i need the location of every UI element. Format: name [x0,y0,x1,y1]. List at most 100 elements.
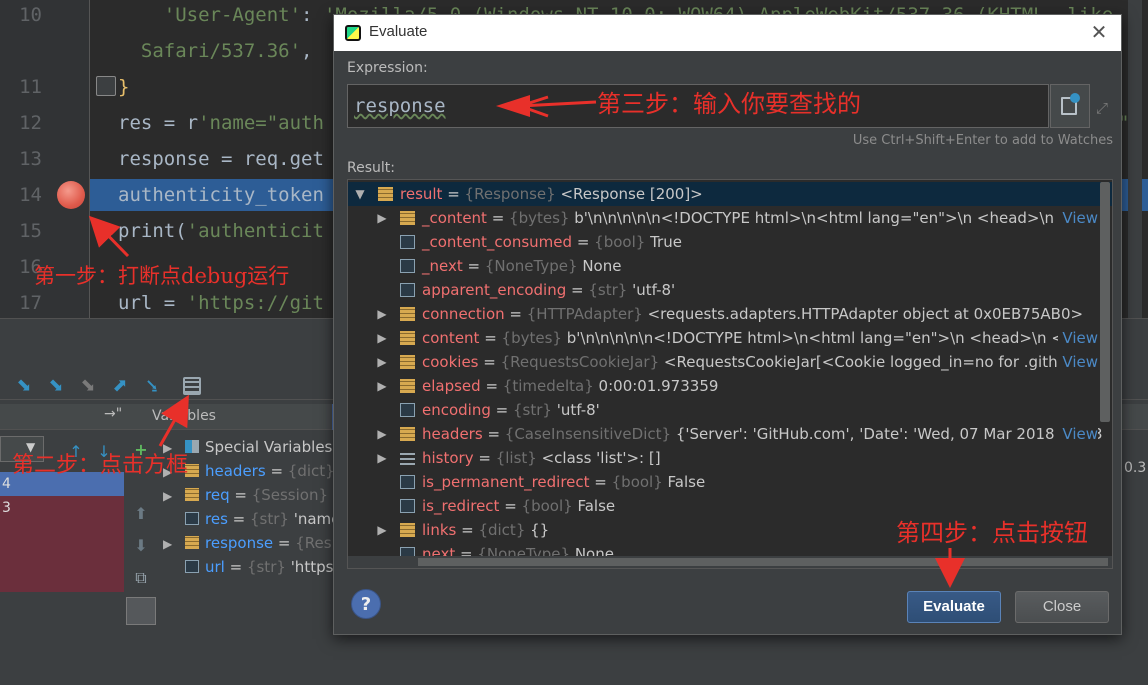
result-value: b'\n\n\n\n\n<!DOCTYPE html>\n<html lang=… [566,329,1079,347]
variable-row[interactable]: ▶req = {Session} < [163,483,345,507]
variable-row[interactable]: url = {str} 'https:/ [163,555,344,579]
result-row[interactable]: is_permanent_redirect = {bool} False [348,470,1112,494]
variable-row[interactable]: res = {str} 'name= [163,507,353,531]
editor-scrollbar[interactable] [1128,0,1142,318]
expand-arrow-icon[interactable]: ▶ [163,532,185,556]
result-vertical-scrollbar[interactable] [1100,182,1110,422]
breakpoint-icon[interactable] [57,181,85,209]
move-down-icon[interactable]: ⬇ [129,534,153,558]
result-row[interactable]: ▶ headers = {CaseInsensitiveDict} {'Serve… [348,422,1112,446]
result-row[interactable]: ▶ _content = {bytes} b'\n\n\n\n\n<!DOCTYP… [348,206,1112,230]
annotation-step4: 第四步：点击按钮 [896,519,1088,547]
code-line[interactable]: print('authenticit [118,220,324,242]
variable-row[interactable]: ▶ response = {Resp [163,531,341,555]
frame-item[interactable]: 3 [0,496,124,520]
collapse-arrow-icon[interactable]: ▼ [352,182,368,206]
variable-row[interactable]: ▶ Special Variables [163,435,332,459]
expand-arrow-icon[interactable]: ▶ [163,484,185,508]
code-line[interactable]: authenticity_token [118,184,324,206]
result-row[interactable]: _content_consumed = {bool} True [348,230,1112,254]
view-link[interactable]: View [1058,422,1098,446]
equals-sign: = [473,449,496,467]
view-link[interactable]: View [1058,326,1098,350]
variable-row[interactable]: ▶headers = {dict} { [163,459,349,483]
step-into-my-code-icon[interactable]: ⬊ [78,376,98,396]
result-value: <Response [200]> [560,185,703,203]
expand-arrow-icon[interactable]: ▶ [374,326,390,350]
result-row-text: _content = {bytes} b'\n\n\n\n\n<!DOCTYPE… [422,206,1071,230]
expand-arrow-icon[interactable]: ▶ [374,422,390,446]
code-line[interactable]: res = r'name="auth [118,112,324,134]
expand-arrow-icon[interactable]: ▶ [374,350,390,374]
close-icon[interactable]: ✕ [1087,20,1111,44]
step-over-icon[interactable]: ⬊ [14,376,34,396]
result-row[interactable]: ▼ result = {Response} <Response [200]> [348,182,1112,206]
move-up-icon[interactable]: ⬆ [129,502,153,526]
expand-icon[interactable]: ⤢ [1096,99,1108,117]
expression-label: Expression: [347,60,428,76]
view-link[interactable]: View [1058,206,1098,230]
history-button[interactable] [1050,84,1090,128]
expand-arrow-icon[interactable]: ▶ [374,446,390,470]
copy-icon[interactable]: ⧉ [129,566,153,590]
result-row[interactable]: _next = {NoneType} None [348,254,1112,278]
result-label: Result: [347,160,395,176]
result-row[interactable]: apparent_encoding = {str} 'utf-8' [348,278,1112,302]
dialog-titlebar[interactable]: Evaluate ✕ [334,15,1121,51]
code-line[interactable]: response = req.get [118,148,324,170]
evaluate-expression-icon[interactable] [183,377,201,395]
variable-type: {str} [250,510,289,528]
step-into-icon[interactable]: ⬊ [46,376,66,396]
restore-layout-icon[interactable]: →" [104,406,122,422]
equals-sign: = [504,305,527,323]
code-line[interactable]: Safari/537.36', [118,40,313,62]
expand-arrow-icon[interactable]: ▶ [374,206,390,230]
result-row[interactable]: ▶ elapsed = {timedelta} 0:00:01.973359 [348,374,1112,398]
equals-sign: = [456,521,479,539]
fold-marker-icon[interactable] [96,76,116,96]
result-name: cookies [422,353,479,371]
line-number: 14 [19,184,42,206]
watches-toggle-icon[interactable] [126,597,156,625]
variable-type: {str} [246,558,286,576]
variable-name: headers [205,462,266,480]
run-to-cursor-icon[interactable]: ⭸ [142,376,162,396]
result-tree[interactable]: ▼ result = {Response} <Response [200]> ▶ _c… [347,179,1113,569]
result-row-text: links = {dict} {} [422,518,549,542]
equals-sign: = [480,377,503,395]
step-out-icon[interactable]: ⬈ [110,376,130,396]
view-link[interactable]: View [1058,350,1098,374]
equals-sign: = [442,185,465,203]
result-row[interactable]: encoding = {str} 'utf-8' [348,398,1112,422]
equals-sign: = [265,462,288,480]
result-row[interactable]: ▶ content = {bytes} b'\n\n\n\n\n<!DOCTYPE… [348,326,1112,350]
code-line[interactable]: url = 'https://git [118,292,324,314]
evaluate-button[interactable]: Evaluate [907,591,1001,623]
code-token: authenticity_token [118,184,324,206]
annotation-step1: 第一步：打断点debug运行 [34,264,290,288]
result-row[interactable]: ▶ history = {list} <class 'list'>: [] [348,446,1112,470]
result-row[interactable]: ▶ cookies = {RequestsCookieJar} <Requests… [348,350,1112,374]
equals-sign: = [227,510,250,528]
help-button[interactable]: ? [351,589,381,619]
expand-arrow-icon[interactable]: ▶ [374,302,390,326]
result-row-text: _next = {NoneType} None [422,254,621,278]
result-type: {str} [588,281,628,299]
result-horizontal-scrollbar[interactable] [348,556,1112,568]
result-type: {bool} [611,473,663,491]
expand-arrow-icon[interactable]: ▶ [374,374,390,398]
scrollbar-thumb[interactable] [418,558,1108,566]
field-type-icon [400,259,415,273]
result-value: False [577,497,616,515]
result-row-text: result = {Response} <Response [200]> [400,182,703,206]
result-name: elapsed [422,377,481,395]
equals-sign: = [490,401,513,419]
obj-type-icon [185,536,199,549]
result-row[interactable]: ▶ connection = {HTTPAdapter} <requests.ad… [348,302,1112,326]
expand-arrow-icon[interactable]: ▶ [374,518,390,542]
result-type: {NoneType} [484,257,578,275]
equals-sign: = [482,425,505,443]
code-line[interactable]: } [118,76,129,98]
close-button[interactable]: Close [1015,591,1109,623]
result-type: {CaseInsensitiveDict} [504,425,672,443]
